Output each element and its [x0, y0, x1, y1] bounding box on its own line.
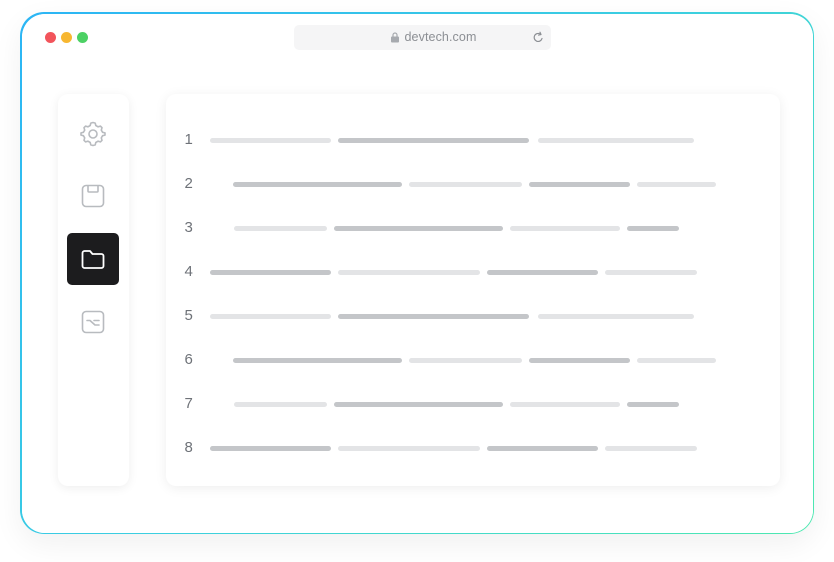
- lock-icon: [390, 31, 399, 42]
- close-window-button[interactable]: [44, 31, 56, 43]
- code-placeholder: [604, 269, 697, 275]
- sidebar-item-folder[interactable]: [66, 232, 119, 285]
- browser-window: devtech.com 1 2 3 4 5 6 7 8: [21, 13, 813, 533]
- browser-window-frame: devtech.com 1 2 3 4 5 6 7 8: [20, 12, 814, 534]
- floppy-disk-icon: [81, 184, 104, 207]
- code-placeholder: [209, 445, 331, 451]
- code-placeholder: [528, 181, 630, 187]
- code-placeholder: [209, 313, 331, 319]
- terminal-icon: [81, 310, 104, 333]
- code-placeholder: [337, 445, 480, 451]
- sidebar-item-terminal[interactable]: [67, 296, 119, 348]
- sidebar-item-settings[interactable]: [67, 107, 119, 159]
- code-line: 7: [166, 394, 780, 414]
- line-number: 3: [184, 218, 193, 236]
- gear-icon: [79, 121, 106, 146]
- code-placeholder: [528, 357, 630, 363]
- code-placeholder: [408, 357, 522, 363]
- sidebar: [57, 93, 129, 486]
- sidebar-item-save[interactable]: [67, 170, 119, 222]
- code-placeholder: [209, 269, 331, 275]
- code-line: 4: [166, 262, 780, 282]
- line-number: 4: [184, 262, 193, 280]
- code-placeholder: [486, 445, 598, 451]
- browser-titlebar: devtech.com: [21, 13, 813, 62]
- maximize-window-button[interactable]: [76, 31, 88, 43]
- line-number: 2: [184, 174, 193, 192]
- code-placeholder: [626, 401, 679, 407]
- code-placeholder: [604, 445, 697, 451]
- code-placeholder: [537, 313, 694, 319]
- code-placeholder: [209, 137, 331, 143]
- code-placeholder: [233, 225, 327, 231]
- line-number: 7: [184, 394, 193, 412]
- line-number: 5: [184, 306, 193, 324]
- address-bar[interactable]: devtech.com: [293, 24, 551, 50]
- line-number: 1: [184, 130, 193, 148]
- code-line: 6: [166, 350, 780, 370]
- code-placeholder: [232, 181, 402, 187]
- code-placeholder: [337, 313, 529, 319]
- code-placeholder: [509, 225, 620, 231]
- minimize-window-button[interactable]: [60, 31, 72, 43]
- code-placeholder: [333, 225, 503, 231]
- code-placeholder: [232, 357, 402, 363]
- folder-icon: [81, 249, 104, 269]
- code-placeholder: [509, 401, 620, 407]
- reload-icon[interactable]: [532, 31, 545, 44]
- code-placeholder: [486, 269, 598, 275]
- code-line: 5: [166, 306, 780, 326]
- code-placeholder: [537, 137, 694, 143]
- code-line: 3: [166, 218, 780, 238]
- code-placeholder: [233, 401, 327, 407]
- code-line: 2: [166, 174, 780, 194]
- code-placeholder: [626, 225, 679, 231]
- code-placeholder: [636, 357, 716, 363]
- code-line: 1: [166, 130, 780, 150]
- url-text: devtech.com: [404, 29, 477, 44]
- code-placeholder: [408, 181, 522, 187]
- code-editor-panel: 1 2 3 4 5 6 7 8: [165, 93, 780, 486]
- code-placeholder: [333, 401, 503, 407]
- line-number: 8: [184, 438, 193, 456]
- code-placeholder: [636, 181, 716, 187]
- line-number: 6: [184, 350, 193, 368]
- code-line: 8: [166, 438, 780, 458]
- code-placeholder: [337, 137, 529, 143]
- code-placeholder: [337, 269, 480, 275]
